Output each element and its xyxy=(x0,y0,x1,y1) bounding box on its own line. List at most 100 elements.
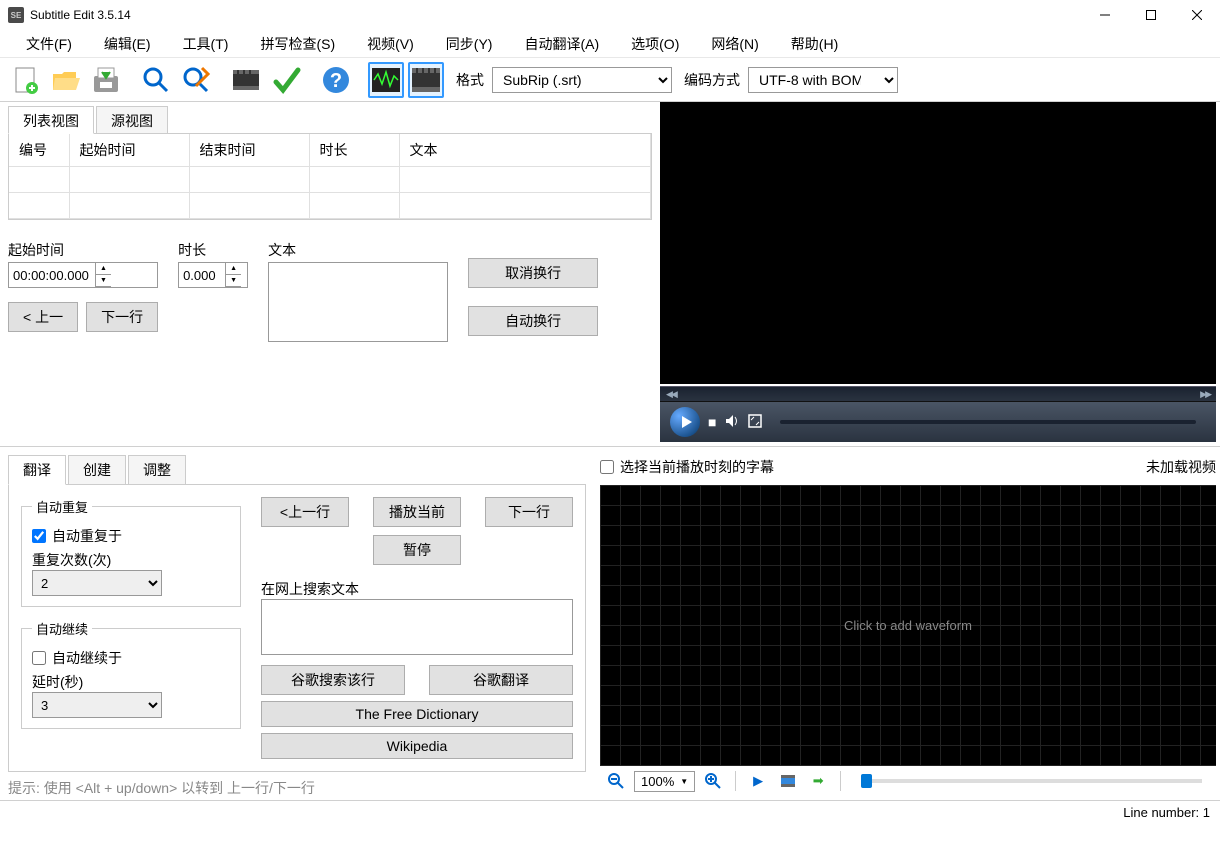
menu-video[interactable]: 视频(V) xyxy=(351,30,430,58)
toggle-video-button[interactable] xyxy=(408,62,444,98)
zoom-select[interactable]: 100%▼ xyxy=(634,771,695,792)
tab-adjust[interactable]: 调整 xyxy=(128,455,186,485)
spin-down-icon[interactable]: ▼ xyxy=(226,275,241,287)
video-pane: ◀◀ ▶▶ ■ xyxy=(660,102,1220,446)
menu-edit[interactable]: 编辑(E) xyxy=(88,30,167,58)
tab-list-view[interactable]: 列表视图 xyxy=(8,106,94,134)
tab-create[interactable]: 创建 xyxy=(68,455,126,485)
auto-continue-group: 自动继续 自动继续于 延时(秒) 3 xyxy=(21,619,241,729)
menu-spellcheck[interactable]: 拼写检查(S) xyxy=(244,30,351,58)
delay-select[interactable]: 3 xyxy=(32,692,162,718)
save-button[interactable] xyxy=(88,62,124,98)
video-seek-bar[interactable]: ◀◀ ▶▶ xyxy=(660,386,1216,402)
tab-source-view[interactable]: 源视图 xyxy=(96,106,168,134)
open-file-button[interactable] xyxy=(48,62,84,98)
col-duration[interactable]: 时长 xyxy=(309,134,399,167)
video-controls: ■ xyxy=(660,402,1216,442)
wave-play-icon[interactable]: ▶ xyxy=(746,769,770,793)
unbreak-button[interactable]: 取消换行 xyxy=(468,258,598,288)
spellcheck-button[interactable] xyxy=(268,62,304,98)
format-label: 格式 xyxy=(456,70,484,90)
statusbar: Line number: 1 xyxy=(0,800,1220,824)
menu-sync[interactable]: 同步(Y) xyxy=(430,30,509,58)
next-button[interactable]: 下一行 xyxy=(86,302,158,332)
delay-label: 延时(秒) xyxy=(32,672,230,692)
play-current-button[interactable]: 播放当前 xyxy=(373,497,461,527)
spin-down-icon[interactable]: ▼ xyxy=(96,275,111,287)
svg-text:?: ? xyxy=(330,70,342,92)
seek-fwd-icon[interactable]: ▶▶ xyxy=(1200,389,1210,400)
subtitle-grid[interactable]: 编号 起始时间 结束时间 时长 文本 xyxy=(9,134,651,219)
wave-film-icon[interactable] xyxy=(776,769,800,793)
menu-options[interactable]: 选项(O) xyxy=(615,30,695,58)
minimize-button[interactable] xyxy=(1082,0,1128,30)
pause-button[interactable]: 暂停 xyxy=(373,535,461,565)
zoom-out-icon[interactable] xyxy=(604,769,628,793)
col-text[interactable]: 文本 xyxy=(399,134,651,167)
find-button[interactable] xyxy=(138,62,174,98)
wikipedia-button[interactable]: Wikipedia xyxy=(261,733,573,759)
stop-icon[interactable]: ■ xyxy=(708,414,716,430)
video-player[interactable] xyxy=(660,102,1216,384)
duration-label: 时长 xyxy=(178,240,248,260)
waveform-area[interactable]: Click to add waveform xyxy=(600,485,1216,766)
subtitle-list-pane: 列表视图 源视图 编号 起始时间 结束时间 时长 文本 起始时间 xyxy=(0,102,660,446)
menu-tools[interactable]: 工具(T) xyxy=(167,30,245,58)
hint-text: 提示: 使用 <Alt + up/down> 以转到 上一行/下一行 xyxy=(8,778,586,798)
app-icon: SE xyxy=(8,7,24,23)
search-text-input[interactable] xyxy=(261,599,573,655)
close-button[interactable] xyxy=(1174,0,1220,30)
visual-sync-button[interactable] xyxy=(228,62,264,98)
toggle-waveform-button[interactable] xyxy=(368,62,404,98)
auto-continue-checkbox[interactable] xyxy=(32,651,46,665)
replace-button[interactable] xyxy=(178,62,214,98)
spin-up-icon[interactable]: ▲ xyxy=(96,263,111,275)
format-select[interactable]: SubRip (.srt) xyxy=(492,67,672,93)
auto-repeat-group: 自动重复 自动重复于 重复次数(次) 2 xyxy=(21,497,241,607)
menu-network[interactable]: 网络(N) xyxy=(695,30,774,58)
volume-icon[interactable] xyxy=(724,413,740,432)
col-start[interactable]: 起始时间 xyxy=(69,134,189,167)
col-end[interactable]: 结束时间 xyxy=(189,134,309,167)
start-time-input[interactable]: ▲▼ xyxy=(8,262,158,288)
waveform-pane: 选择当前播放时刻的字幕 未加载视频 Click to add waveform … xyxy=(594,447,1220,800)
new-file-button[interactable] xyxy=(8,62,44,98)
prev-line-button[interactable]: <上一行 xyxy=(261,497,349,527)
col-number[interactable]: 编号 xyxy=(9,134,69,167)
auto-repeat-checkbox[interactable] xyxy=(32,529,46,543)
play-button[interactable] xyxy=(670,407,700,437)
encoding-select[interactable]: UTF-8 with BOM xyxy=(748,67,898,93)
wave-next-icon[interactable]: ➡ xyxy=(806,769,830,793)
zoom-in-icon[interactable] xyxy=(701,769,725,793)
fullscreen-icon[interactable] xyxy=(748,414,762,431)
google-search-button[interactable]: 谷歌搜索该行 xyxy=(261,665,405,695)
next-line-button[interactable]: 下一行 xyxy=(485,497,573,527)
spin-up-icon[interactable]: ▲ xyxy=(226,263,241,275)
prev-button[interactable]: < 上一 xyxy=(8,302,78,332)
start-time-label: 起始时间 xyxy=(8,240,158,260)
tab-translate[interactable]: 翻译 xyxy=(8,455,66,485)
table-row[interactable] xyxy=(9,167,651,193)
waveform-controls: 100%▼ ▶ ➡ xyxy=(600,766,1216,796)
video-progress-slider[interactable] xyxy=(780,420,1196,424)
waveform-slider[interactable] xyxy=(861,779,1202,783)
menu-auto-translate[interactable]: 自动翻译(A) xyxy=(508,30,615,58)
menu-help[interactable]: 帮助(H) xyxy=(775,30,854,58)
help-button[interactable]: ? xyxy=(318,62,354,98)
google-translate-button[interactable]: 谷歌翻译 xyxy=(429,665,573,695)
toolbar: ? 格式 SubRip (.srt) 编码方式 UTF-8 with BOM xyxy=(0,58,1220,102)
no-video-label: 未加载视频 xyxy=(1146,457,1216,477)
repeat-count-label: 重复次数(次) xyxy=(32,550,230,570)
table-row[interactable] xyxy=(9,193,651,219)
repeat-count-select[interactable]: 2 xyxy=(32,570,162,596)
duration-input[interactable]: ▲▼ xyxy=(178,262,248,288)
free-dictionary-button[interactable]: The Free Dictionary xyxy=(261,701,573,727)
menu-file[interactable]: 文件(F) xyxy=(10,30,88,58)
subtitle-text-input[interactable] xyxy=(268,262,448,342)
titlebar: SE Subtitle Edit 3.5.14 xyxy=(0,0,1220,30)
seek-back-icon[interactable]: ◀◀ xyxy=(666,389,676,400)
window-title: Subtitle Edit 3.5.14 xyxy=(30,8,1082,22)
select-current-subtitle-checkbox[interactable] xyxy=(600,460,614,474)
autobreak-button[interactable]: 自动换行 xyxy=(468,306,598,336)
maximize-button[interactable] xyxy=(1128,0,1174,30)
